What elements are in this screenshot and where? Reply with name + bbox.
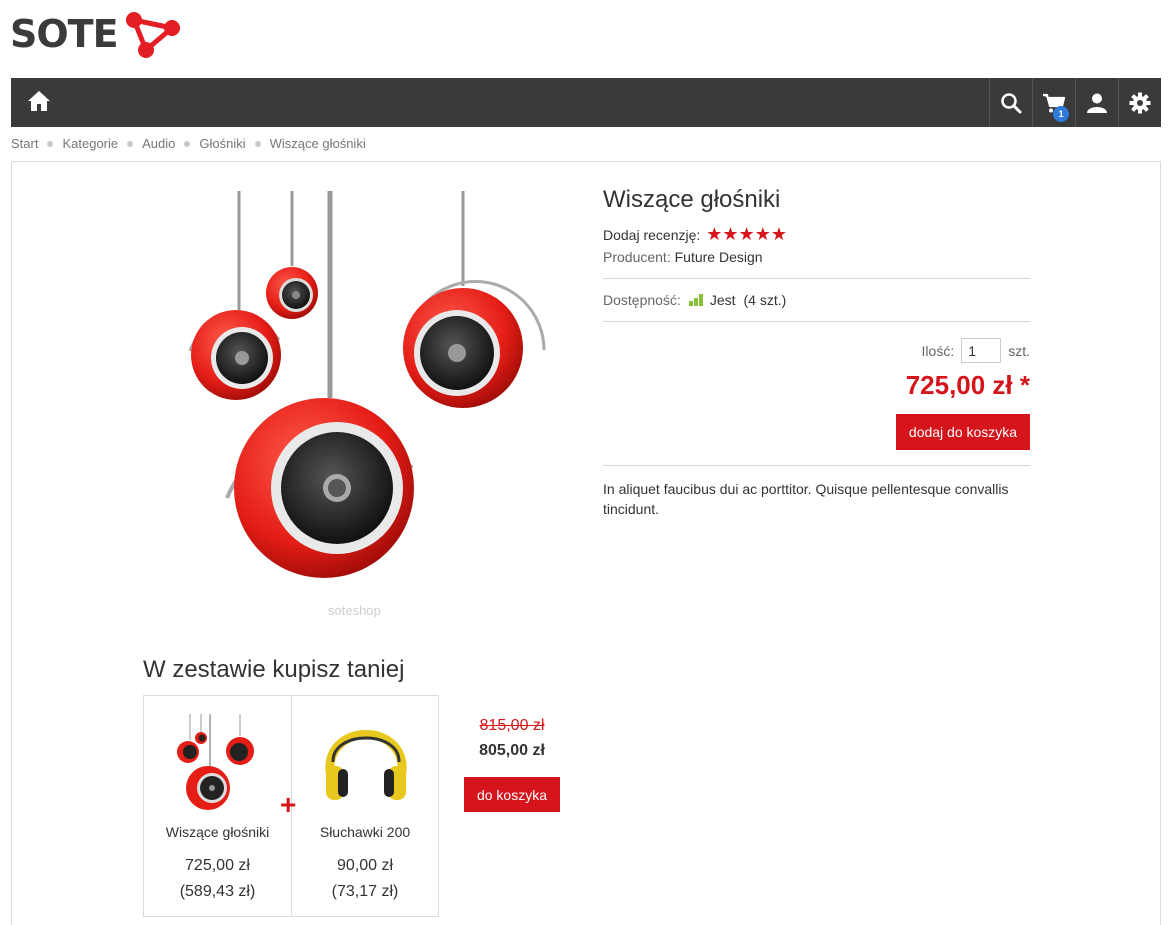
review-row: Dodaj recenzję: ★★★★★ xyxy=(603,224,1030,245)
availability-bars-icon xyxy=(688,294,704,306)
rating-stars[interactable]: ★★★★★ xyxy=(706,224,787,245)
availability-row: Dostępność: Jest (4 szt.) xyxy=(603,279,1030,321)
breadcrumb-kategorie[interactable]: Kategorie xyxy=(62,136,118,151)
quantity-input[interactable] xyxy=(961,338,1002,363)
producer-row: Producent: Future Design xyxy=(603,249,1030,265)
bundle-item[interactable]: Wiszące głośniki 725,00 zł (589,43 zł) xyxy=(144,696,291,916)
bundle-item-price: 725,00 zł xyxy=(185,857,250,874)
bundle-item-net-price: (589,43 zł) xyxy=(179,883,256,900)
logo-mark-icon xyxy=(125,12,180,58)
breadcrumb-separator xyxy=(254,140,261,147)
quantity-label: Ilość: xyxy=(921,342,955,359)
add-to-cart-button[interactable]: dodaj do koszyka xyxy=(896,414,1030,450)
bundle-item[interactable]: Słuchawki 200 90,00 zł (73,17 zł) xyxy=(291,696,438,916)
quantity-unit: szt. xyxy=(1008,342,1030,359)
product-description: In aliquet faucibus dui ac porttitor. Qu… xyxy=(603,481,1009,517)
breadcrumb-start[interactable]: Start xyxy=(11,136,38,151)
cart-count-badge: 1 xyxy=(1053,106,1069,122)
divider xyxy=(603,321,1030,322)
bundle-item-image[interactable] xyxy=(168,712,268,812)
account-button[interactable] xyxy=(1075,78,1118,127)
availability-value: Jest xyxy=(709,292,736,308)
bundle-item-price: 90,00 zł xyxy=(336,857,394,874)
bundle-item-net-price: (73,17 zł) xyxy=(331,883,399,900)
bundle-title: W zestawie kupisz taniej xyxy=(143,656,405,683)
breadcrumb-separator xyxy=(184,140,191,147)
search-icon xyxy=(1001,92,1022,113)
main-navbar: 1 xyxy=(11,78,1161,127)
bundle-item-name[interactable]: Słuchawki 200 xyxy=(292,824,438,840)
logo-text: SOTE xyxy=(10,12,119,56)
breadcrumb-separator xyxy=(127,140,134,147)
divider xyxy=(603,465,1030,466)
user-icon xyxy=(1087,93,1107,113)
settings-button[interactable] xyxy=(1118,78,1161,127)
logo[interactable]: SOTE xyxy=(10,8,184,60)
producer-label: Producent: xyxy=(603,249,671,265)
bundle-item-name[interactable]: Wiszące głośniki xyxy=(144,824,291,840)
product-title: Wiszące głośniki xyxy=(603,186,781,213)
review-label: Dodaj recenzję: xyxy=(603,226,701,243)
product-panel: soteshop Wiszące głośniki Dodaj recenzję… xyxy=(11,161,1161,925)
bundle-item-image[interactable] xyxy=(316,712,416,812)
search-button[interactable] xyxy=(989,78,1032,127)
product-info: Wiszące głośniki Dodaj recenzję: ★★★★★ P… xyxy=(603,186,1030,519)
availability-label: Dostępność: xyxy=(603,292,681,308)
product-price: 725,00 zł * xyxy=(905,370,1030,400)
availability-count: (4 szt.) xyxy=(743,292,787,308)
bundle-old-price: 815,00 zł xyxy=(479,717,545,734)
product-image[interactable] xyxy=(152,188,567,578)
breadcrumb-audio[interactable]: Audio xyxy=(142,136,175,151)
gear-icon xyxy=(1129,92,1151,113)
breadcrumb-current: Wiszące głośniki xyxy=(269,136,366,151)
breadcrumb-separator xyxy=(47,140,54,147)
bundle-prices: 815,00 zł 805,00 zł do koszyka xyxy=(464,717,560,812)
image-watermark: soteshop xyxy=(328,603,381,618)
breadcrumb-glosniki[interactable]: Głośniki xyxy=(199,136,245,151)
bundle-add-to-cart-button[interactable]: do koszyka xyxy=(464,777,560,812)
quantity-row: Ilość: szt. xyxy=(603,338,1030,363)
plus-icon: + xyxy=(280,789,297,820)
home-icon[interactable] xyxy=(27,90,53,114)
producer-value[interactable]: Future Design xyxy=(675,249,763,265)
bundle-new-price: 805,00 zł xyxy=(479,742,545,759)
cart-button[interactable]: 1 xyxy=(1032,78,1075,127)
breadcrumb: Start Kategorie Audio Głośniki Wiszące g… xyxy=(11,136,366,151)
